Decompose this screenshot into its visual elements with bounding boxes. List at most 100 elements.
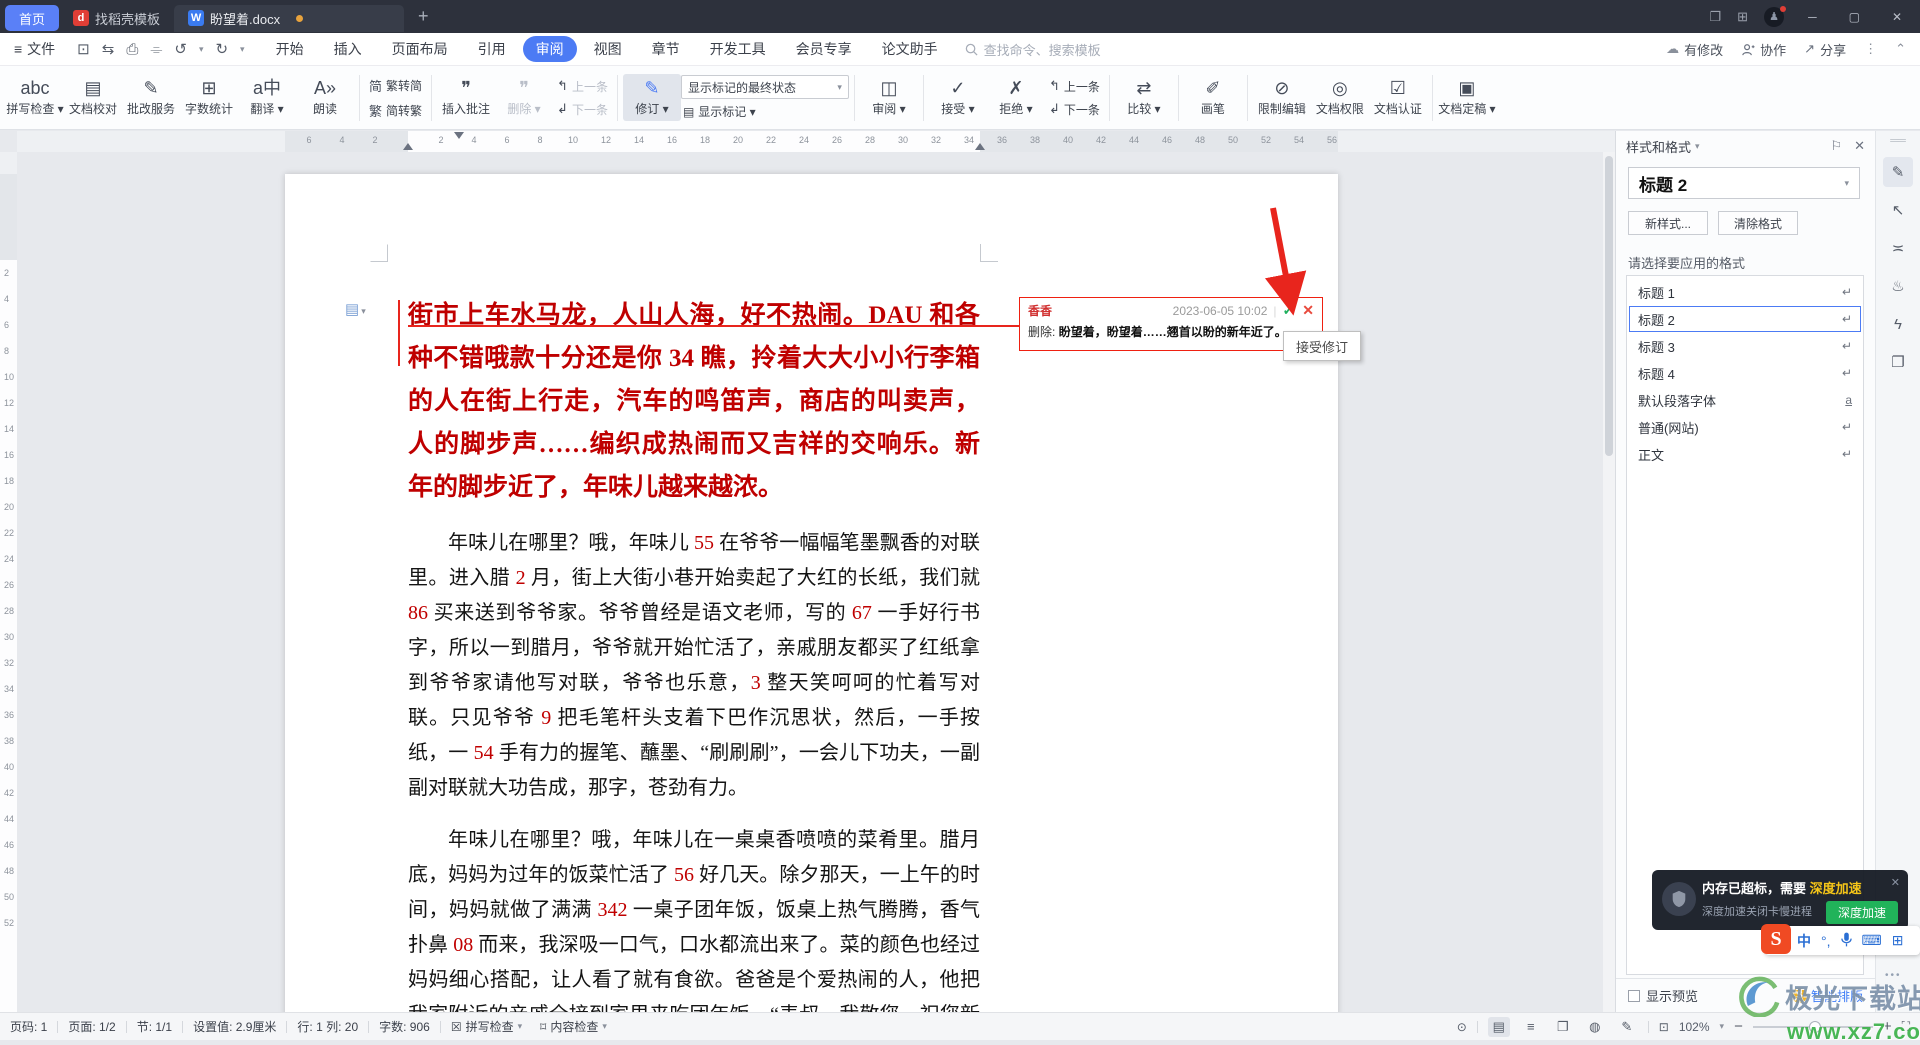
- style-item-标题 1[interactable]: 标题 1↵: [1629, 279, 1861, 305]
- zoom-out-button[interactable]: −: [1734, 1018, 1743, 1035]
- select-cursor-icon[interactable]: ↖: [1883, 195, 1913, 225]
- scrollbar-thumb[interactable]: [1605, 156, 1613, 456]
- ink-pen-button[interactable]: ✐画笔: [1184, 74, 1242, 121]
- minimize-button[interactable]: ─: [1800, 10, 1825, 24]
- body-paragraph[interactable]: 年味儿在哪里？哦，年味儿在一桌桌香喷喷的菜肴里。腊月底，妈妈为过年的饭菜忙活了 …: [408, 823, 980, 1012]
- strip-handle-icon[interactable]: ══: [1890, 135, 1906, 147]
- document-scrollbar[interactable]: [1603, 152, 1615, 1012]
- style-item-正文[interactable]: 正文↵: [1629, 441, 1861, 467]
- new-tab-button[interactable]: +: [418, 6, 429, 27]
- document-proofread-button[interactable]: ▤文档校对: [64, 74, 122, 121]
- panel-close-icon[interactable]: ✕: [1854, 138, 1865, 154]
- tab-document[interactable]: W 盼望着.docx: [174, 5, 404, 32]
- menu-tab-开始[interactable]: 开始: [263, 36, 317, 62]
- tab-home[interactable]: 首页: [5, 5, 59, 31]
- file-menu-button[interactable]: ≡ 文件: [0, 39, 67, 59]
- spell-check-button[interactable]: abc拼写检查 ▾: [6, 74, 64, 121]
- show-preview-checkbox[interactable]: [1628, 990, 1640, 1002]
- zoom-slider[interactable]: [1753, 1026, 1873, 1028]
- accept-change-button[interactable]: ✓接受 ▾: [929, 74, 987, 121]
- document-page[interactable]: ▤▾ 街市上车水马龙，人山人海，好不热闹。DAU 和各种不错哦款十分还是你 34…: [285, 174, 1338, 1012]
- first-line-indent-marker[interactable]: [454, 132, 464, 139]
- memory-alert-popup[interactable]: ✕ 内存已超标，需要 深度加速 深度加速关闭卡慢进程 深度加速: [1652, 870, 1908, 930]
- close-button[interactable]: ✕: [1884, 10, 1910, 24]
- next-change-button[interactable]: ↲下一条: [1045, 100, 1104, 119]
- style-item-标题 3[interactable]: 标题 3↵: [1629, 333, 1861, 359]
- menu-tab-开发工具[interactable]: 开发工具: [697, 36, 779, 62]
- track-changes-button[interactable]: ✎修订 ▾: [623, 74, 681, 121]
- ime-menu-icon[interactable]: ⊞: [1892, 932, 1904, 949]
- restrict-editing-button[interactable]: ⊘限制编辑: [1253, 74, 1311, 121]
- zoom-caret-icon[interactable]: ▾: [1720, 1021, 1725, 1032]
- ime-punctuation-icon[interactable]: °,: [1821, 933, 1831, 949]
- command-search[interactable]: 查找命令、搜索模板: [965, 40, 1101, 59]
- show-markup-button[interactable]: ▤显示标记 ▾: [681, 103, 849, 120]
- undo-icon[interactable]: ↺: [174, 40, 187, 58]
- document-certification-button[interactable]: ☑文档认证: [1369, 74, 1427, 121]
- print-preview-icon[interactable]: ⌯: [150, 41, 162, 58]
- more-menu-icon[interactable]: ⋮: [1864, 41, 1877, 57]
- menu-tab-会员专享[interactable]: 会员专享: [783, 36, 865, 62]
- ime-logo-icon[interactable]: S: [1761, 924, 1791, 954]
- format-edit-icon[interactable]: ✎: [1883, 157, 1913, 187]
- outline-view-icon[interactable]: ≡: [1520, 1017, 1542, 1037]
- web-view-icon[interactable]: ◍: [1584, 1017, 1606, 1037]
- ime-toolbar[interactable]: S 中 °, ⌨ ⊞: [1765, 926, 1920, 955]
- maximize-button[interactable]: ▢: [1841, 10, 1868, 24]
- menu-tab-论文助手[interactable]: 论文助手: [869, 36, 951, 62]
- read-aloud-button[interactable]: A»朗读: [296, 74, 354, 121]
- document-text[interactable]: 街市上车水马龙，人山人海，好不热闹。DAU 和各种不错哦款十分还是你 34 瞧，…: [408, 294, 980, 1012]
- share-button[interactable]: ↗ 分享: [1804, 40, 1846, 59]
- zoom-in-button[interactable]: +: [1883, 1018, 1892, 1035]
- word-count-button[interactable]: ⊞字数统计: [180, 74, 238, 121]
- zoom-level[interactable]: 102%: [1679, 1020, 1710, 1034]
- previous-change-button[interactable]: ↰上一条: [1045, 77, 1104, 96]
- document-permission-button[interactable]: ◎文档权限: [1311, 74, 1369, 121]
- print-icon[interactable]: ⎙: [126, 41, 138, 58]
- microphone-icon[interactable]: [1841, 932, 1852, 950]
- content-check-status-button[interactable]: ⌑内容检查▾: [540, 1018, 607, 1035]
- fullscreen-icon[interactable]: ⛶: [1902, 1019, 1910, 1034]
- markup-state-dropdown[interactable]: 显示标记的最终状态▾: [681, 75, 849, 99]
- export-icon[interactable]: ⇆: [102, 40, 115, 58]
- split-view-icon[interactable]: ❐: [1710, 9, 1722, 25]
- eye-protection-icon[interactable]: ⊙: [1457, 1020, 1467, 1034]
- save-icon[interactable]: ⊡: [77, 40, 90, 58]
- workspace-grid-icon[interactable]: ⊞: [1737, 9, 1748, 25]
- book-view-icon[interactable]: ❐: [1552, 1017, 1574, 1037]
- vertical-ruler[interactable]: 2468101214161820222426283032343638404244…: [0, 152, 17, 1012]
- quick-tools-icon[interactable]: ϟ: [1883, 309, 1913, 339]
- traditional-to-simplified-button[interactable]: 简繁转简: [365, 75, 426, 96]
- tab-docer-templates[interactable]: d 找稻壳模板: [59, 5, 174, 32]
- adjust-settings-icon[interactable]: ≍: [1883, 233, 1913, 263]
- deep-boost-button[interactable]: 深度加速: [1826, 901, 1898, 924]
- ink-view-icon[interactable]: ✎: [1616, 1017, 1638, 1037]
- chevron-down-icon[interactable]: ▾: [199, 44, 204, 55]
- zoom-slider-knob[interactable]: [1809, 1021, 1821, 1033]
- clear-format-button[interactable]: 清除格式: [1718, 211, 1798, 235]
- review-pane-button[interactable]: ◫审阅 ▾: [860, 74, 918, 121]
- menu-tab-插入[interactable]: 插入: [321, 36, 375, 62]
- pin-icon[interactable]: ⚐: [1830, 138, 1842, 154]
- current-style-select[interactable]: 标题 2 ▾: [1628, 167, 1860, 199]
- document-canvas[interactable]: ▤▾ 街市上车水马龙，人山人海，好不热闹。DAU 和各种不错哦款十分还是你 34…: [17, 152, 1616, 1012]
- panel-title-caret-icon[interactable]: ▾: [1695, 141, 1700, 152]
- insert-comment-button[interactable]: ❞插入批注: [437, 74, 495, 121]
- translate-button[interactable]: a中翻译 ▾: [238, 74, 296, 121]
- collaborate-button[interactable]: 协作: [1741, 40, 1786, 59]
- chevron-down-icon[interactable]: ▾: [240, 44, 245, 55]
- new-style-button[interactable]: 新样式...: [1628, 211, 1708, 235]
- menu-tab-章节[interactable]: 章节: [639, 36, 693, 62]
- avatar[interactable]: ♟: [1764, 7, 1784, 27]
- hot-recommend-icon[interactable]: ♨: [1883, 271, 1913, 301]
- smart-typeset-button[interactable]: S 智能排版: [1792, 986, 1863, 1005]
- body-paragraph[interactable]: 年味儿在哪里？哦，年味儿 55 在爷爷一幅幅笔墨飘香的对联里。进入腊 2 月，街…: [408, 526, 980, 806]
- menu-tab-引用[interactable]: 引用: [465, 36, 519, 62]
- style-item-默认段落字体[interactable]: 默认段落字体a: [1629, 387, 1861, 413]
- redo-icon[interactable]: ↻: [215, 40, 228, 58]
- correction-service-button[interactable]: ✎批改服务: [122, 74, 180, 121]
- right-indent-marker[interactable]: [975, 143, 985, 150]
- compare-button[interactable]: ⇄比较 ▾: [1115, 74, 1173, 121]
- reject-change-button[interactable]: ✗拒绝 ▾: [987, 74, 1045, 121]
- menu-tab-页面布局[interactable]: 页面布局: [379, 36, 461, 62]
